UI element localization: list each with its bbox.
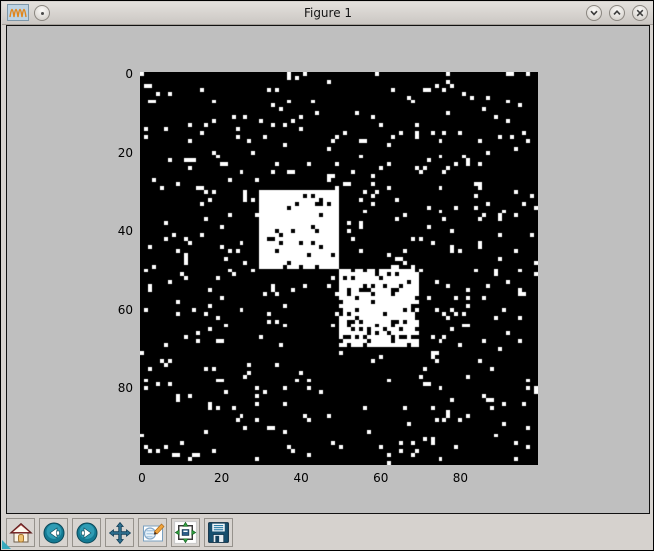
figure-window: Figure 1 0 20 40 60 80 0 20 40 60 80 (0, 0, 654, 551)
back-button[interactable] (39, 518, 68, 547)
navigation-toolbar (2, 514, 653, 550)
resize-grip[interactable] (2, 540, 11, 549)
back-arrow-icon (43, 522, 64, 543)
forward-arrow-icon (76, 522, 97, 543)
pan-button[interactable] (105, 518, 134, 547)
zoom-to-rect-button[interactable] (138, 518, 167, 547)
subplots-icon (174, 521, 197, 544)
x-tick-label: 20 (213, 471, 230, 485)
maximize-button[interactable] (609, 5, 625, 21)
minimize-button[interactable] (586, 5, 602, 21)
y-tick-label: 20 (117, 145, 133, 160)
axes-image[interactable] (140, 72, 538, 465)
magnifier-pencil-icon (142, 522, 164, 541)
floppy-disk-icon (208, 522, 229, 543)
titlebar[interactable]: Figure 1 (2, 2, 653, 25)
forward-button[interactable] (72, 518, 101, 547)
figure-canvas: 0 20 40 60 80 0 20 40 60 80 (6, 25, 650, 514)
close-button[interactable] (632, 5, 648, 21)
y-tick-label: 0 (125, 66, 133, 81)
configure-subplots-button[interactable] (171, 518, 200, 547)
x-tick-label: 0 (138, 471, 146, 485)
chevron-down-icon (590, 10, 598, 16)
x-tick-label: 60 (373, 471, 389, 485)
move-arrows-icon (108, 521, 131, 544)
x-tick-label: 80 (452, 471, 469, 485)
y-tick-label: 60 (117, 302, 133, 317)
x-tick-label: 40 (293, 471, 309, 485)
y-tick-label: 80 (117, 381, 133, 396)
y-tick-label: 40 (117, 224, 133, 239)
home-icon (8, 522, 33, 542)
chevron-up-icon (613, 9, 621, 15)
window-title: Figure 1 (303, 6, 353, 20)
save-button[interactable] (204, 518, 233, 547)
x-icon (636, 9, 644, 17)
